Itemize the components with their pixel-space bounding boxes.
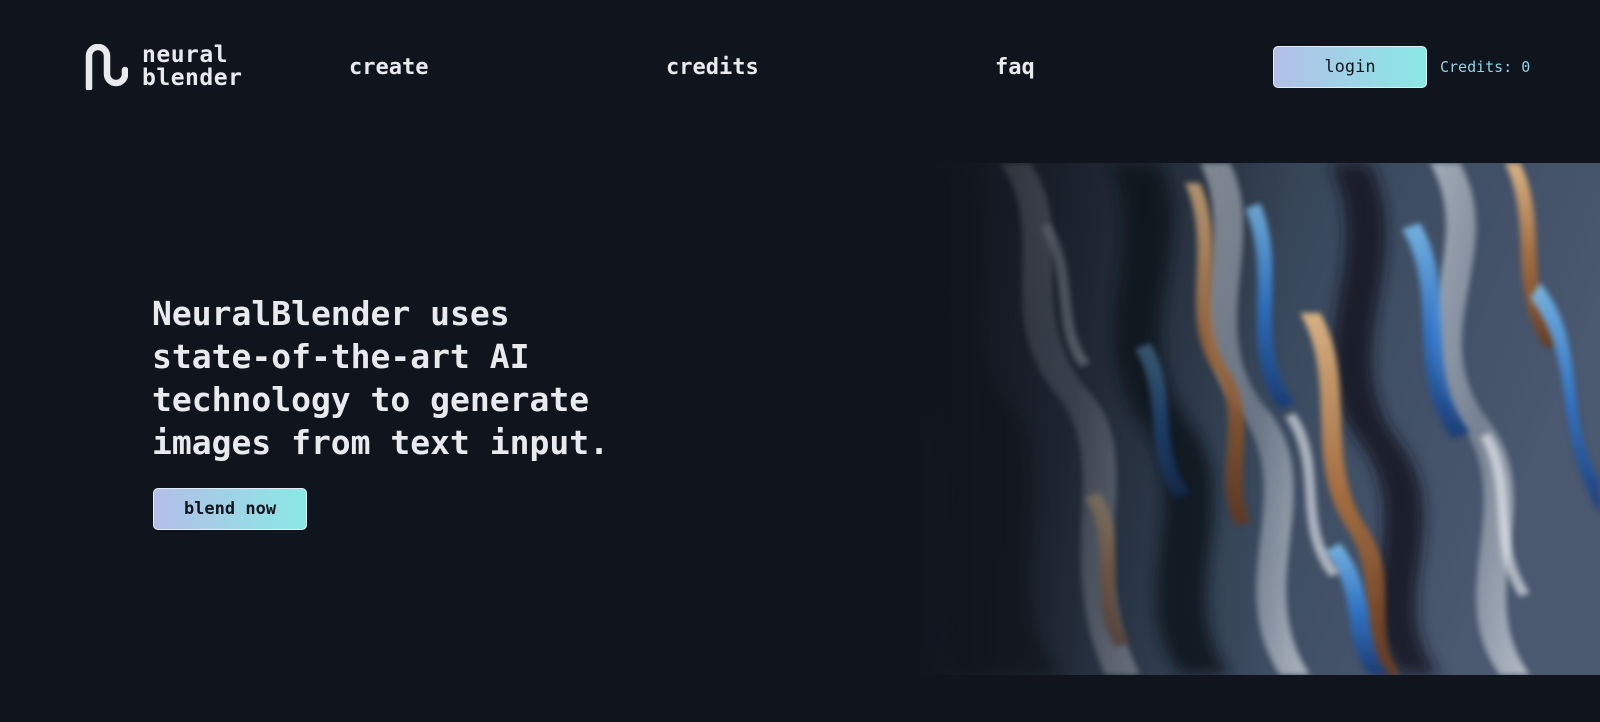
logo-link[interactable]: neural blender — [84, 44, 242, 90]
hero-headline-line: technology to generate — [152, 380, 590, 419]
logo-line-2: blender — [142, 65, 243, 91]
hero-artwork — [900, 163, 1600, 675]
hero-headline: NeuralBlender uses state-of-the-art AI t… — [152, 292, 672, 464]
logo-wordmark: neural blender — [142, 44, 242, 90]
hero-headline-line: state-of-the-art AI — [152, 337, 530, 376]
login-button[interactable]: login — [1273, 46, 1427, 88]
landing-page: neural blender create credits faq login … — [0, 0, 1600, 722]
squiggle-logo-icon — [85, 44, 128, 90]
hero-headline-line: NeuralBlender uses — [152, 294, 510, 333]
credits-balance: Credits: 0 — [1440, 58, 1531, 76]
hero-headline-line: images from text input. — [152, 423, 609, 462]
nav-faq[interactable]: faq — [995, 54, 1035, 82]
liquid-metal-image — [900, 163, 1600, 675]
nav-credits[interactable]: credits — [666, 54, 759, 82]
nav-create[interactable]: create — [349, 54, 428, 82]
blend-now-button[interactable]: blend now — [153, 488, 307, 530]
logo-line-1: neural — [142, 42, 229, 68]
